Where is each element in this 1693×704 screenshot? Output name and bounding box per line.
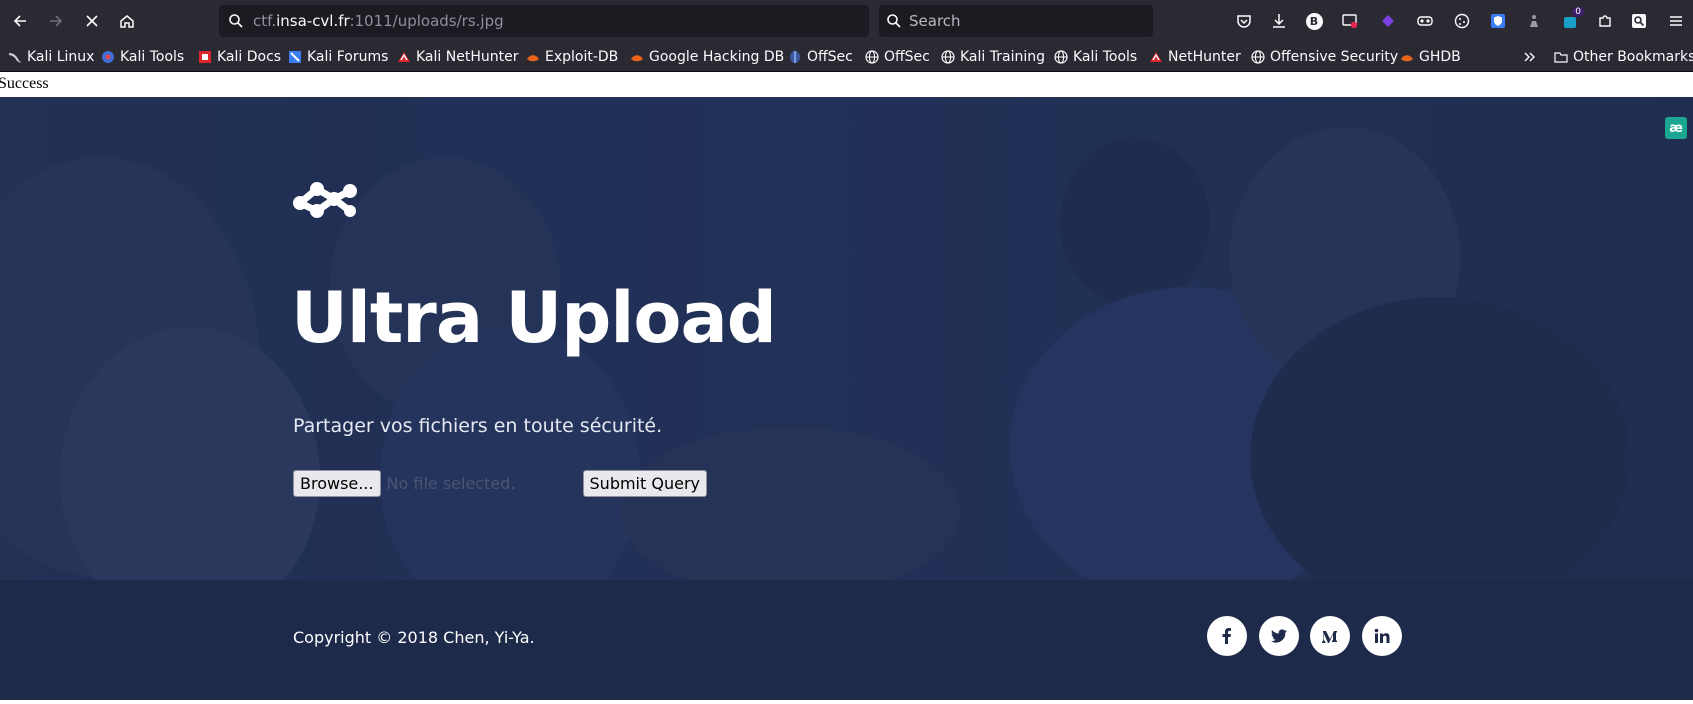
twitter-link[interactable] <box>1259 616 1299 656</box>
page-subtitle: Partager vos fichiers en toute sécurité. <box>293 415 663 437</box>
cookie-icon[interactable] <box>1450 9 1474 33</box>
browse-button[interactable]: Browse... <box>293 470 381 497</box>
counter-extension-icon[interactable]: 0 <box>1558 7 1584 33</box>
close-icon <box>86 15 98 27</box>
bookmark-kali-forums[interactable]: Kali Forums <box>288 46 388 68</box>
extension-b-icon[interactable]: B <box>1302 9 1326 33</box>
screen-record-icon[interactable] <box>1338 9 1362 33</box>
facebook-icon <box>1222 628 1231 644</box>
shield-icon[interactable] <box>1486 9 1510 33</box>
globe-icon <box>1251 50 1265 64</box>
more-bookmarks-button[interactable] <box>1523 46 1537 68</box>
puzzle-figure-icon[interactable] <box>1522 9 1546 33</box>
medium-link[interactable] <box>1310 616 1350 656</box>
globe-icon <box>941 50 955 64</box>
hero-section: æ Ultra Upload Partager vos fichiers en … <box>0 97 1693 580</box>
page-title: Ultra Upload <box>291 277 777 359</box>
kali-dragon-icon <box>8 50 22 64</box>
exploitdb-icon <box>526 50 540 64</box>
search-extension-icon[interactable] <box>1627 9 1651 33</box>
kali-docs-icon <box>198 50 212 64</box>
upload-form: Browse... No file selected. Submit Query <box>293 470 707 497</box>
linkedin-link[interactable] <box>1362 616 1402 656</box>
no-file-label: No file selected. <box>386 474 516 493</box>
download-icon[interactable] <box>1267 9 1291 33</box>
back-arrow-icon <box>13 15 26 27</box>
stop-button[interactable] <box>77 6 107 36</box>
bookmark-offsec[interactable]: OffSec <box>788 46 853 68</box>
bookmark-nethunter[interactable]: NetHunter <box>1149 46 1241 68</box>
ghdb-icon <box>630 50 644 64</box>
globe-icon <box>865 50 879 64</box>
footer: Copyright © 2018 Chen, Yi-Ya. <box>0 580 1693 700</box>
extensions-puzzle-icon[interactable] <box>1593 9 1617 33</box>
hamburger-menu-icon[interactable] <box>1664 9 1688 33</box>
medium-icon <box>1322 631 1337 643</box>
logo-icon <box>293 182 357 218</box>
pocket-icon[interactable] <box>1232 9 1256 33</box>
twitter-icon <box>1271 629 1287 643</box>
bookmark-exploit-db[interactable]: Exploit-DB <box>526 46 618 68</box>
home-button[interactable] <box>112 6 142 36</box>
bookmark-kali-tools-2[interactable]: Kali Tools <box>1054 46 1137 68</box>
facebook-link[interactable] <box>1207 616 1247 656</box>
browser-toolbar: ctf.insa-cvl.fr:1011/uploads/rs.jpg B 0 <box>0 0 1693 42</box>
bookmark-kali-tools[interactable]: Kali Tools <box>101 46 184 68</box>
globe-icon <box>1054 50 1068 64</box>
search-input[interactable] <box>909 12 1129 30</box>
bookmarks-toolbar: Kali Linux Kali Tools Kali Docs Kali For… <box>0 42 1693 72</box>
forward-button[interactable] <box>41 6 71 36</box>
submit-button[interactable]: Submit Query <box>582 470 707 497</box>
translate-extension-badge[interactable]: æ <box>1665 117 1687 139</box>
nethunter-icon <box>397 50 411 64</box>
hero-overlay <box>0 97 1693 580</box>
bookmark-kali-nethunter[interactable]: Kali NetHunter <box>397 46 518 68</box>
page-viewport: Success æ Ultra Upload Partager vos fich… <box>0 72 1693 704</box>
url-bar[interactable]: ctf.insa-cvl.fr:1011/uploads/rs.jpg <box>219 5 869 37</box>
bookmark-offensive-security[interactable]: Offensive Security <box>1251 46 1398 68</box>
bookmark-kali-docs[interactable]: Kali Docs <box>198 46 281 68</box>
other-bookmarks-folder[interactable]: Other Bookmarks <box>1554 46 1693 68</box>
chevron-double-right-icon <box>1523 50 1537 64</box>
bookmark-kali-training[interactable]: Kali Training <box>941 46 1045 68</box>
bookmark-google-hacking-db[interactable]: Google Hacking DB <box>630 46 784 68</box>
forward-arrow-icon <box>50 15 63 27</box>
kali-tools-icon <box>101 50 115 64</box>
copyright-text: Copyright © 2018 Chen, Yi-Ya. <box>293 628 535 647</box>
nethunter-icon <box>1149 50 1163 64</box>
search-bar[interactable] <box>879 5 1153 37</box>
vr-glasses-icon[interactable] <box>1413 9 1437 33</box>
bookmark-kali-linux[interactable]: Kali Linux <box>8 46 94 68</box>
linkedin-icon <box>1374 628 1390 643</box>
kali-forums-icon <box>288 50 302 64</box>
bookmark-offsec-2[interactable]: OffSec <box>865 46 930 68</box>
offsec-icon <box>788 50 802 64</box>
back-button[interactable] <box>5 6 35 36</box>
url-text: ctf.insa-cvl.fr:1011/uploads/rs.jpg <box>253 12 504 30</box>
ghdb-icon <box>1400 50 1414 64</box>
search-icon <box>219 13 253 29</box>
bookmark-ghdb[interactable]: GHDB <box>1400 46 1461 68</box>
extension-badge: 0 <box>1572 7 1584 17</box>
search-icon <box>879 13 909 29</box>
wappalyzer-icon[interactable] <box>1376 9 1400 33</box>
status-text: Success <box>0 75 49 92</box>
home-icon <box>120 15 134 28</box>
folder-icon <box>1554 50 1568 64</box>
